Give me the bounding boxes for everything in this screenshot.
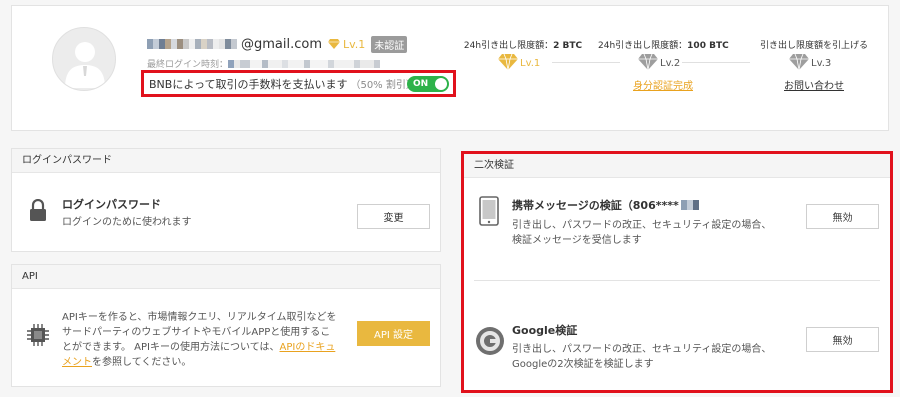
level-1-title: 24h引き出し限度額：2 BTC	[463, 41, 583, 51]
level-3-label: Lv.3	[811, 58, 832, 69]
section-header: API	[12, 265, 440, 289]
section-header: 二次検証	[464, 154, 890, 178]
last-login-label: 最終ログイン時刻：	[147, 60, 229, 70]
level-1-column: 24h引き出し限度額：2 BTC Lv.1	[458, 38, 588, 70]
section-header: ログインパスワード	[12, 149, 440, 173]
level-connector-line	[552, 62, 620, 63]
api-description: APIキーを作ると、市場情報クエリ、リアルタイム取引などをサードパーティのウェブ…	[62, 312, 337, 368]
chip-icon	[27, 324, 49, 346]
gold-diamond-icon	[328, 39, 341, 49]
toggle-state-label: ON	[413, 79, 429, 89]
google-verification-description: 引き出し、パスワードの改正、セキュリティ設定の場合、 Googleの2次検証を検…	[512, 344, 772, 370]
gray-diamond-icon	[638, 54, 658, 70]
contact-us-link[interactable]: お問い合わせ	[749, 77, 879, 92]
identity-verification-link[interactable]: 身分認証完成	[598, 77, 728, 92]
level-2-label: Lv.2	[660, 58, 681, 69]
unverified-badge: 未認証	[371, 35, 408, 53]
api-settings-button[interactable]: API 設定	[357, 321, 430, 346]
level-badge-label: Lv.1	[343, 37, 366, 51]
google-disable-button[interactable]: 無効	[806, 327, 879, 352]
sms-verification-title: 携帯メッセージの検証（ 806****	[512, 197, 703, 213]
divider	[474, 280, 880, 281]
masked-login-time	[228, 59, 381, 68]
level-1-label: Lv.1	[520, 58, 541, 69]
bnb-fee-option: BNBによって取引の手数料を支払います （50% 割引） ON	[141, 70, 456, 97]
sms-disable-button[interactable]: 無効	[806, 204, 879, 229]
level-connector-line	[682, 62, 750, 63]
gray-diamond-icon	[789, 54, 809, 70]
mobile-phone-icon	[479, 196, 499, 226]
masked-phone: 806****	[632, 198, 679, 212]
avatar	[52, 27, 116, 91]
level-2-title: 24h引き出し限度額：100 BTC	[598, 41, 729, 51]
email-domain: @gmail.com	[241, 36, 323, 52]
level-badge: Lv.1	[328, 38, 365, 51]
change-password-button[interactable]: 変更	[357, 204, 430, 229]
sms-verification-description: 引き出し、パスワードの改正、セキュリティ設定の場合、 検証メッセージを受信します	[512, 220, 772, 246]
email-row: @gmail.com Lv.1 未認証	[147, 35, 408, 53]
api-section: API APIキーを作ると、市場情報クエリ、リアルタイム取引などをサードパーティ…	[11, 264, 441, 387]
masked-phone-digits	[680, 200, 699, 210]
login-password-section: ログインパスワード ログインパスワード ログインのために使われます 変更	[11, 148, 441, 252]
last-login-time: 最終ログイン時刻：	[147, 57, 384, 70]
item-description: ログインのために使われます	[62, 217, 192, 228]
toggle-knob	[435, 78, 447, 90]
user-silhouette-icon	[65, 42, 105, 88]
item-title: ログインパスワード	[62, 198, 161, 211]
level-3-title: 引き出し限度額を引上げる	[759, 41, 868, 51]
profile-card: @gmail.com Lv.1 未認証 最終ログイン時刻： BNBによって取引の…	[11, 5, 889, 131]
two-factor-section: 二次検証 携帯メッセージの検証（ 806**** 引き出し、パスワードの改正、セキ…	[461, 151, 893, 393]
bnb-fee-toggle[interactable]: ON	[407, 76, 449, 92]
google-authenticator-icon	[476, 327, 504, 355]
bnb-fee-label: BNBによって取引の手数料を支払います	[149, 77, 348, 91]
level-3-column: 引き出し限度額を引上げる Lv.3 お問い合わせ	[749, 38, 879, 92]
lock-icon	[30, 199, 46, 221]
masked-email-user	[147, 39, 237, 49]
level-2-column: 24h引き出し限度額：100 BTC Lv.2 身分認証完成	[598, 38, 729, 92]
gold-diamond-icon	[498, 54, 518, 70]
google-verification-title: Google検証	[512, 324, 578, 337]
